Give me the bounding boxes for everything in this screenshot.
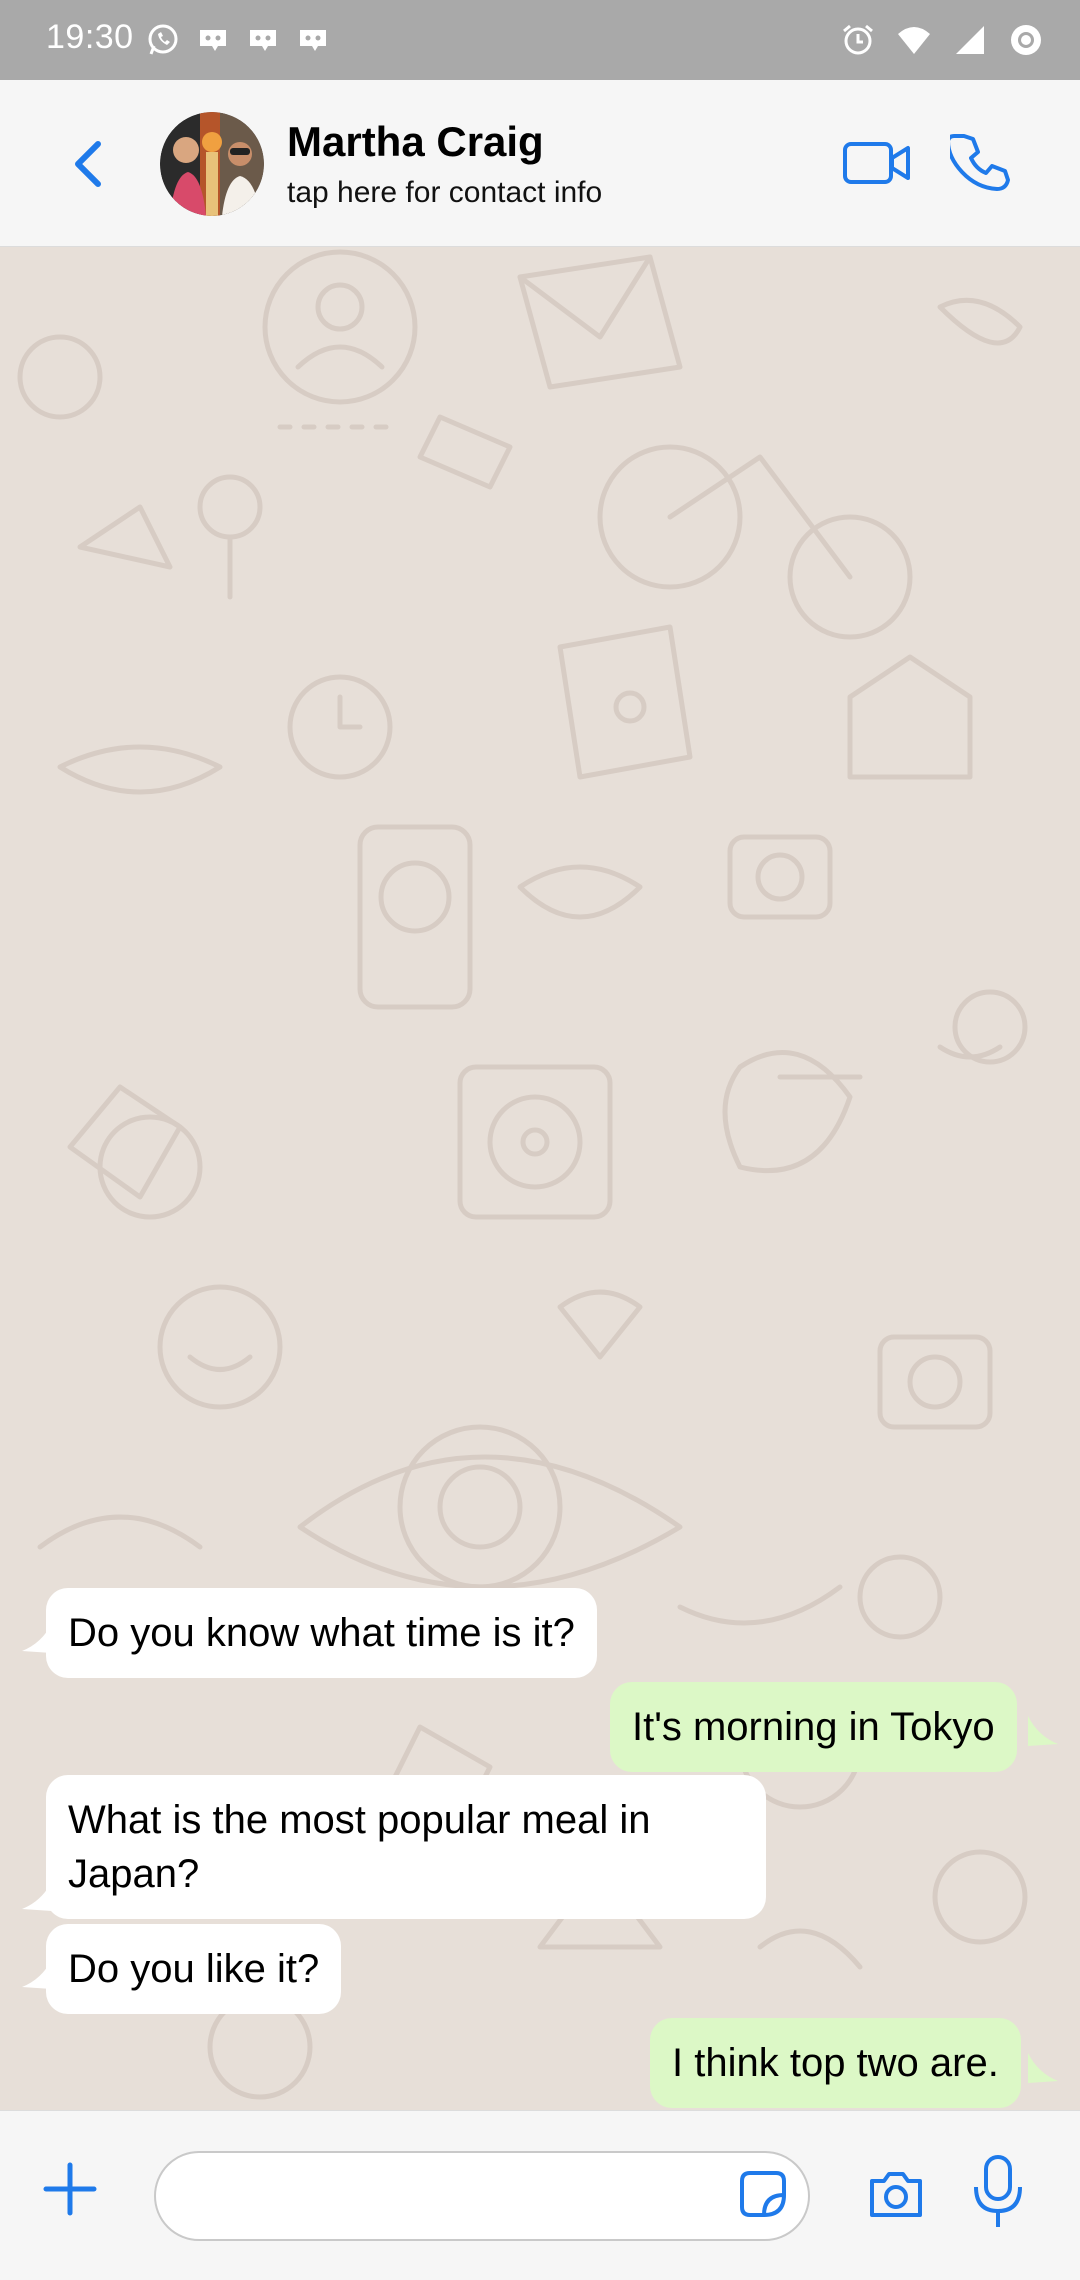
contact-info-subtitle[interactable]: tap here for contact info	[287, 176, 602, 210]
message-incoming[interactable]: Do you know what time is it?	[46, 1588, 597, 1678]
message-input[interactable]	[154, 2151, 810, 2241]
bubble-tail	[1028, 2053, 1058, 2083]
signal-icon	[956, 26, 984, 54]
avatar[interactable]	[160, 112, 264, 216]
camera-icon[interactable]	[868, 2169, 924, 2219]
status-bar: 19:30	[0, 0, 1080, 80]
alarm-icon	[843, 24, 873, 55]
message-incoming[interactable]: What is the most popular meal in Japan?	[46, 1775, 766, 1919]
video-call-icon[interactable]	[842, 138, 912, 188]
whatsapp-icon	[148, 24, 178, 55]
message-outgoing[interactable]: It's morning in Tokyo	[610, 1682, 1017, 1772]
sticker-icon[interactable]	[738, 2169, 788, 2219]
wifi-icon	[898, 27, 930, 54]
battery-icon	[1011, 25, 1041, 55]
message-outgoing[interactable]: I think top two are.	[650, 2018, 1021, 2108]
discord-icon	[250, 30, 276, 51]
status-time: 19:30	[46, 18, 134, 56]
chat-header: Martha Craig tap here for contact info	[0, 80, 1080, 247]
bubble-tail	[1028, 1716, 1058, 1746]
phone-call-icon[interactable]	[950, 132, 1012, 194]
microphone-icon[interactable]	[972, 2155, 1024, 2229]
back-arrow-icon[interactable]	[64, 134, 112, 194]
plus-icon[interactable]	[42, 2161, 98, 2217]
message-incoming[interactable]: Do you like it?	[46, 1924, 342, 2014]
input-bar	[0, 2110, 1080, 2280]
chat-area[interactable]: Do you know what time is it? It's mornin…	[0, 247, 1080, 2110]
discord-icon	[200, 30, 226, 51]
discord-icon	[300, 30, 326, 51]
contact-name[interactable]: Martha Craig	[287, 118, 544, 166]
